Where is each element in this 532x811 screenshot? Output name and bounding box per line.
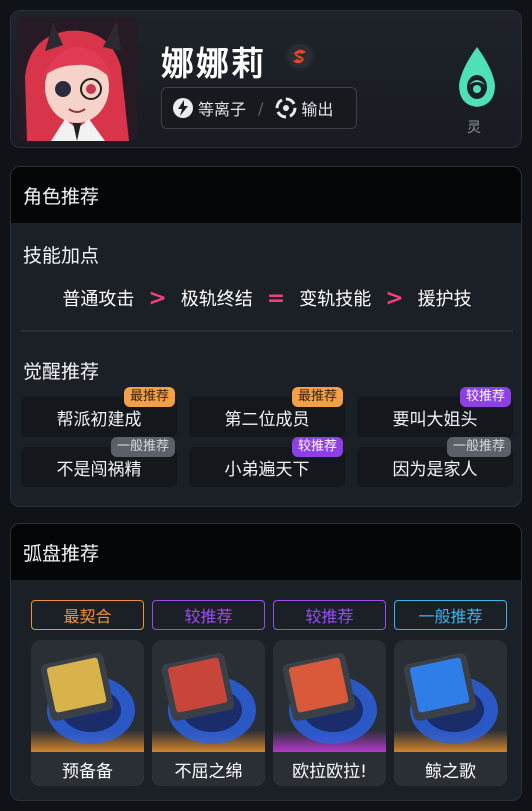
awakening-label: 要叫大姐头	[392, 409, 478, 430]
character-header: 娜娜莉 等离子 / 输出 灵	[10, 10, 522, 148]
disc-column: 最契合 预备备	[31, 600, 144, 786]
priority-operator: =	[266, 285, 286, 311]
skill-basic-attack: 普通攻击	[62, 289, 135, 310]
disc-art-icon	[282, 653, 377, 744]
lightning-icon	[172, 97, 194, 119]
role-recommendation-panel: 角色推荐 技能加点 普通攻击 > 极轨终结 = 变轨技能 > 援护技 觉醒推荐 …	[10, 166, 522, 507]
disc-rank-badge: 较推荐	[273, 600, 386, 630]
awakening-item[interactable]: 不是闯祸精 一般推荐	[21, 437, 177, 487]
disc-rank-badge: 一般推荐	[394, 600, 507, 630]
character-tags: 等离子 / 输出	[161, 87, 357, 129]
disc-list: 最契合 预备备 较推荐 不屈之绵 较推荐 欧拉欧拉! 一般推荐 鲸之歌	[31, 600, 513, 786]
awakening-label: 小弟遍天下	[224, 459, 310, 480]
disc-name: 鲸之歌	[394, 752, 507, 786]
element-label: 灵	[467, 120, 481, 136]
disc-column: 较推荐 欧拉欧拉!	[273, 600, 386, 786]
skill-special: 变轨技能	[299, 289, 372, 310]
disc-art-icon	[40, 653, 135, 744]
tag-plasma: 等离子	[172, 96, 246, 120]
priority-operator: >	[385, 285, 404, 311]
awakening-title: 觉醒推荐	[23, 361, 100, 383]
section-divider	[21, 330, 513, 332]
disc-art-icon	[403, 653, 498, 744]
disc-rank-badge: 最契合	[31, 600, 144, 630]
disc-art-icon	[161, 653, 256, 744]
priority-operator: >	[148, 285, 167, 311]
awakening-grid: 帮派初建成 最推荐 第二位成员 最推荐 要叫大姐头 较推荐 不是闯祸精 一般推荐…	[21, 387, 513, 487]
disc-section-title: 弧盘推荐	[11, 524, 521, 580]
disc-name: 欧拉欧拉!	[273, 752, 386, 786]
awakening-item[interactable]: 第二位成员 最推荐	[189, 387, 345, 437]
recommend-badge: 最推荐	[123, 387, 175, 407]
attack-ring-icon	[275, 97, 297, 119]
disc-name: 不屈之绵	[152, 752, 265, 786]
tag-output-label: 输出	[301, 100, 334, 119]
disc-name: 预备备	[31, 752, 144, 786]
rank-s-icon	[285, 41, 315, 71]
disc-card[interactable]: 预备备	[31, 640, 144, 786]
awakening-label: 第二位成员	[224, 409, 310, 430]
disc-card[interactable]: 鲸之歌	[394, 640, 507, 786]
spirit-element-icon	[451, 45, 503, 109]
recommend-badge: 较推荐	[459, 387, 511, 407]
skill-finisher: 极轨终结	[180, 289, 253, 310]
awakening-item[interactable]: 帮派初建成 最推荐	[21, 387, 177, 437]
disc-column: 一般推荐 鲸之歌	[394, 600, 507, 786]
disc-recommendation-panel: 弧盘推荐 最契合 预备备 较推荐 不屈之绵 较推荐 欧拉欧拉! 一般推荐 鲸之歌	[10, 523, 522, 801]
recommend-badge: 一般推荐	[110, 437, 175, 457]
awakening-item[interactable]: 要叫大姐头 较推荐	[357, 387, 513, 437]
recommend-badge: 一般推荐	[446, 437, 511, 457]
awakening-item[interactable]: 小弟遍天下 较推荐	[189, 437, 345, 487]
awakening-item[interactable]: 因为是家人 一般推荐	[357, 437, 513, 487]
recommend-badge: 较推荐	[291, 437, 343, 457]
disc-rank-badge: 较推荐	[152, 600, 265, 630]
awakening-label: 不是闯祸精	[56, 459, 142, 480]
disc-column: 较推荐 不屈之绵	[152, 600, 265, 786]
awakening-label: 因为是家人	[392, 459, 478, 480]
skill-priority-title: 技能加点	[23, 245, 100, 267]
tag-plasma-label: 等离子	[198, 100, 247, 119]
tag-divider: /	[258, 98, 264, 118]
disc-card[interactable]: 欧拉欧拉!	[273, 640, 386, 786]
role-section-title: 角色推荐	[11, 167, 521, 223]
recommend-badge: 最推荐	[291, 387, 343, 407]
skill-assist: 援护技	[417, 289, 472, 310]
awakening-label: 帮派初建成	[56, 409, 142, 430]
skill-priority-row: 普通攻击 > 极轨终结 = 变轨技能 > 援护技	[11, 285, 521, 311]
character-name: 娜娜莉	[161, 44, 266, 83]
tag-output: 输出	[275, 96, 333, 120]
disc-card[interactable]: 不屈之绵	[152, 640, 265, 786]
character-avatar	[17, 17, 137, 141]
